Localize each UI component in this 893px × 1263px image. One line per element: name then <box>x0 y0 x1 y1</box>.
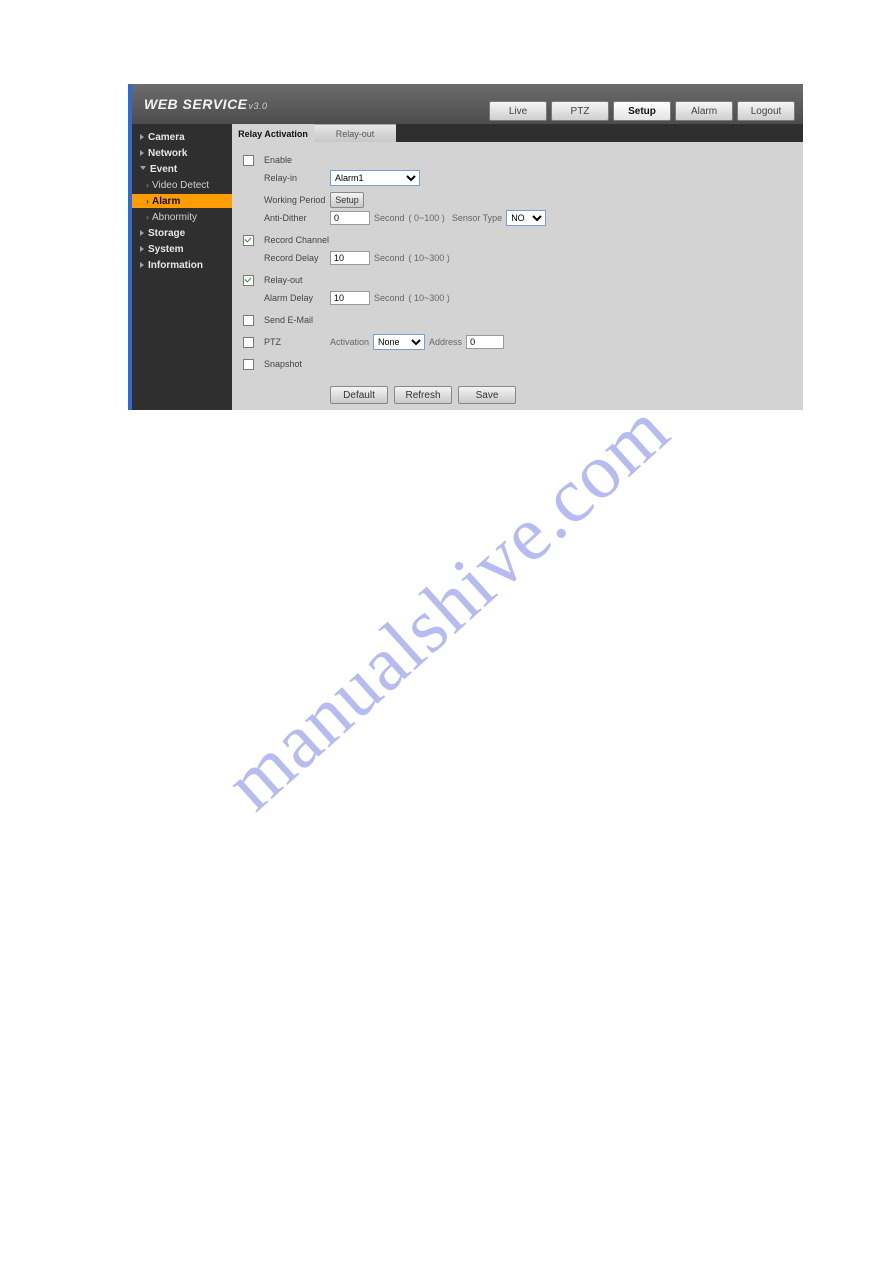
default-button[interactable]: Default <box>330 386 388 404</box>
anti-dither-input[interactable] <box>330 211 370 225</box>
sidebar: Camera Network Event ›Video Detect ›Alar… <box>132 124 232 410</box>
nav-logout[interactable]: Logout <box>737 101 795 121</box>
sidebar-system-label: System <box>148 244 184 255</box>
refresh-button[interactable]: Refresh <box>394 386 452 404</box>
save-button[interactable]: Save <box>458 386 516 404</box>
sidebar-camera-label: Camera <box>148 132 185 143</box>
send-email-label: Send E-Mail <box>264 315 330 325</box>
relay-in-select[interactable]: Alarm1 <box>330 170 420 186</box>
range-0-100: ( 0~100 ) <box>409 213 445 223</box>
form: Enable Relay-in Alarm1 Working Period <box>232 142 803 404</box>
sidebar-storage-label: Storage <box>148 228 185 239</box>
sidebar-abnormity-label: Abnormity <box>152 212 197 223</box>
sensor-type-label: Sensor Type <box>452 213 502 223</box>
sidebar-system[interactable]: System <box>132 242 232 256</box>
nav-alarm[interactable]: Alarm <box>675 101 733 121</box>
record-delay-input[interactable] <box>330 251 370 265</box>
watermark: manualshive.com <box>207 384 686 828</box>
sidebar-video-detect[interactable]: ›Video Detect <box>132 178 232 192</box>
chevron-icon: › <box>146 180 149 190</box>
activation-select[interactable]: None <box>373 334 425 350</box>
tab-row: Relay Activation Relay-out <box>232 124 803 142</box>
sidebar-event-label: Event <box>150 164 177 175</box>
version-text: v3.0 <box>249 101 268 111</box>
second-unit-2: Second <box>374 253 405 263</box>
arrow-icon <box>140 230 144 236</box>
activation-label: Activation <box>330 337 369 347</box>
header: WEB SERVICEv3.0 Live PTZ Setup Alarm Log… <box>132 84 803 124</box>
send-email-checkbox[interactable] <box>243 315 254 326</box>
sidebar-storage[interactable]: Storage <box>132 226 232 240</box>
sidebar-event[interactable]: Event <box>132 162 232 176</box>
button-row: Default Refresh Save <box>330 386 803 404</box>
enable-checkbox[interactable] <box>243 155 254 166</box>
alarm-delay-input[interactable] <box>330 291 370 305</box>
enable-label: Enable <box>264 155 330 165</box>
arrow-icon <box>140 262 144 268</box>
ptz-checkbox[interactable] <box>243 337 254 348</box>
sensor-type-select[interactable]: NO <box>506 210 546 226</box>
setup-button[interactable]: Setup <box>330 192 364 208</box>
record-channel-checkbox[interactable] <box>243 235 254 246</box>
sidebar-information-label: Information <box>148 260 203 271</box>
sidebar-information[interactable]: Information <box>132 258 232 272</box>
top-nav: Live PTZ Setup Alarm Logout <box>489 87 795 121</box>
record-channel-label: Record Channel <box>264 235 330 245</box>
alarm-delay-label: Alarm Delay <box>264 293 330 303</box>
arrow-down-icon <box>140 166 146 173</box>
sidebar-network-label: Network <box>148 148 187 159</box>
range-10-300: ( 10~300 ) <box>409 253 450 263</box>
brand-text: WEB SERVICE <box>144 96 248 112</box>
sidebar-video-detect-label: Video Detect <box>152 180 209 191</box>
sidebar-network[interactable]: Network <box>132 146 232 160</box>
tab-relay-out[interactable]: Relay-out <box>314 124 396 142</box>
working-period-label: Working Period <box>264 195 330 205</box>
sidebar-camera[interactable]: Camera <box>132 130 232 144</box>
nav-setup[interactable]: Setup <box>613 101 671 121</box>
address-label: Address <box>429 337 462 347</box>
content: Relay Activation Relay-out Enable Relay-… <box>232 124 803 410</box>
app-window: WEB SERVICEv3.0 Live PTZ Setup Alarm Log… <box>128 84 803 410</box>
chevron-icon: › <box>146 196 149 206</box>
record-delay-label: Record Delay <box>264 253 330 263</box>
chevron-icon: › <box>146 212 149 222</box>
tab-relay-activation[interactable]: Relay Activation <box>232 124 314 142</box>
arrow-icon <box>140 150 144 156</box>
logo: WEB SERVICEv3.0 <box>144 96 268 112</box>
anti-dither-label: Anti-Dither <box>264 213 330 223</box>
relay-in-label: Relay-in <box>264 173 330 183</box>
relay-out-label: Relay-out <box>264 275 330 285</box>
snapshot-checkbox[interactable] <box>243 359 254 370</box>
relay-out-checkbox[interactable] <box>243 275 254 286</box>
sidebar-abnormity[interactable]: ›Abnormity <box>132 210 232 224</box>
snapshot-label: Snapshot <box>264 359 330 369</box>
sidebar-alarm-label: Alarm <box>152 196 180 207</box>
nav-live[interactable]: Live <box>489 101 547 121</box>
arrow-icon <box>140 134 144 140</box>
ptz-label: PTZ <box>264 337 330 347</box>
arrow-icon <box>140 246 144 252</box>
second-unit: Second <box>374 213 405 223</box>
body: Camera Network Event ›Video Detect ›Alar… <box>132 124 803 410</box>
range-10-300-b: ( 10~300 ) <box>409 293 450 303</box>
nav-ptz[interactable]: PTZ <box>551 101 609 121</box>
address-input[interactable] <box>466 335 504 349</box>
sidebar-alarm[interactable]: ›Alarm <box>132 194 232 208</box>
second-unit-3: Second <box>374 293 405 303</box>
